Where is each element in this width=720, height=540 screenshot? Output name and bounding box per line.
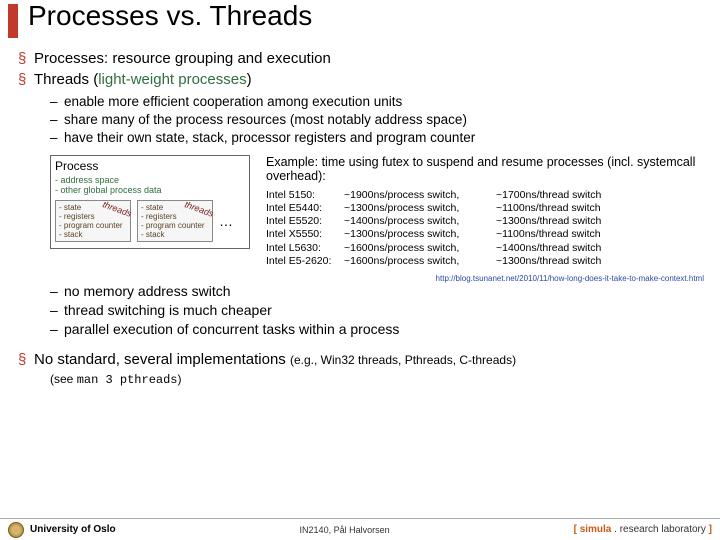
thread-line: - program counter — [59, 221, 127, 230]
process-shared-data: - address space - other global process d… — [55, 175, 245, 196]
thr-cell: ~1400ns/thread switch — [496, 242, 626, 255]
proc-cell: ~1600ns/process switch, — [344, 242, 496, 255]
thread-line: - program counter — [141, 221, 209, 230]
seeman-post: ) — [178, 372, 182, 386]
sub-own-state: have their own state, stack, processor r… — [50, 130, 710, 145]
table-row: Intel L5630: ~1600ns/process switch, ~14… — [266, 242, 710, 255]
sub2-parallel-exec: parallel execution of concurrent tasks w… — [50, 321, 710, 337]
cpu-cell: Intel E5-2620: — [266, 255, 344, 268]
proc-cell: ~1400ns/process switch, — [344, 215, 496, 228]
cpu-cell: Intel X5550: — [266, 228, 344, 241]
shared-line-2: - other global process data — [55, 185, 245, 195]
example-title: Example: time using futex to suspend and… — [266, 155, 710, 183]
man-command: man 3 pthreads — [77, 373, 178, 387]
example-table: Intel 5150: ~1900ns/process switch, ~170… — [266, 189, 710, 268]
ellipsis-icon: … — [219, 213, 235, 229]
sub2-no-addr-switch: no memory address switch — [50, 283, 710, 299]
thr-cell: ~1300ns/thread switch — [496, 215, 626, 228]
proc-cell: ~1600ns/process switch, — [344, 255, 496, 268]
source-link[interactable]: http://blog.tsunanet.net/2010/11/how-lon… — [18, 274, 704, 283]
bracket-close: ] — [709, 524, 712, 535]
sub-share-resources: share many of the process resources (mos… — [50, 112, 710, 127]
uio-seal-icon — [8, 522, 24, 538]
slide-footer: University of Oslo IN2140, Pål Halvorsen… — [0, 518, 720, 540]
cpu-cell: Intel L5630: — [266, 242, 344, 255]
cpu-cell: Intel 5150: — [266, 189, 344, 202]
research-lab-text: . research laboratory — [611, 524, 708, 535]
shared-line-1: - address space — [55, 175, 245, 185]
title-accent-bar — [8, 4, 18, 38]
proc-cell: ~1300ns/process switch, — [344, 202, 496, 215]
sub-efficient-coop: enable more efficient cooperation among … — [50, 94, 710, 109]
bullet-no-standard: No standard, several implementations (e.… — [18, 351, 710, 368]
process-header: Process — [55, 159, 245, 173]
cpu-cell: Intel E5440: — [266, 202, 344, 215]
bullet-threads: Threads (light-weight processes) enable … — [18, 71, 710, 145]
thread-box: threads - state - registers - program co… — [55, 200, 131, 243]
table-row: Intel E5520: ~1400ns/process switch, ~13… — [266, 215, 710, 228]
no-standard-eg: (e.g., Win32 threads, Pthreads, C-thread… — [290, 353, 516, 367]
seeman-pre: (see — [50, 372, 77, 386]
footer-university: University of Oslo — [30, 524, 116, 535]
thread-line: - stack — [59, 230, 127, 239]
sub2-cheaper-switch: thread switching is much cheaper — [50, 302, 710, 318]
thr-cell: ~1100ns/thread switch — [496, 228, 626, 241]
see-man-line: (see man 3 pthreads) — [50, 372, 710, 387]
table-row: Intel E5-2620: ~1600ns/process switch, ~… — [266, 255, 710, 268]
table-row: Intel 5150: ~1900ns/process switch, ~170… — [266, 189, 710, 202]
footer-lab: [ simula . research laboratory ] — [574, 524, 712, 535]
proc-cell: ~1900ns/process switch, — [344, 189, 496, 202]
thread-box: threads - state - registers - program co… — [137, 200, 213, 243]
bullet-processes: Processes: resource grouping and executi… — [18, 50, 710, 67]
bullet-threads-post: ) — [247, 71, 252, 88]
simula-text: simula — [580, 524, 612, 535]
process-diagram: Process - address space - other global p… — [50, 155, 250, 249]
bullet-threads-lwp: light-weight processes — [98, 71, 246, 88]
footer-course: IN2140, Pål Halvorsen — [300, 525, 390, 535]
slide-content: Processes: resource grouping and executi… — [18, 50, 710, 387]
example-block: Example: time using futex to suspend and… — [266, 155, 710, 268]
proc-cell: ~1300ns/process switch, — [344, 228, 496, 241]
thr-cell: ~1100ns/thread switch — [496, 202, 626, 215]
table-row: Intel X5550: ~1300ns/process switch, ~11… — [266, 228, 710, 241]
thr-cell: ~1700ns/thread switch — [496, 189, 626, 202]
thread-line: - stack — [141, 230, 209, 239]
no-standard-main: No standard, several implementations — [34, 351, 290, 368]
bullet-threads-pre: Threads ( — [34, 71, 98, 88]
cpu-cell: Intel E5520: — [266, 215, 344, 228]
slide-title: Processes vs. Threads — [28, 0, 312, 32]
table-row: Intel E5440: ~1300ns/process switch, ~11… — [266, 202, 710, 215]
thr-cell: ~1300ns/thread switch — [496, 255, 626, 268]
